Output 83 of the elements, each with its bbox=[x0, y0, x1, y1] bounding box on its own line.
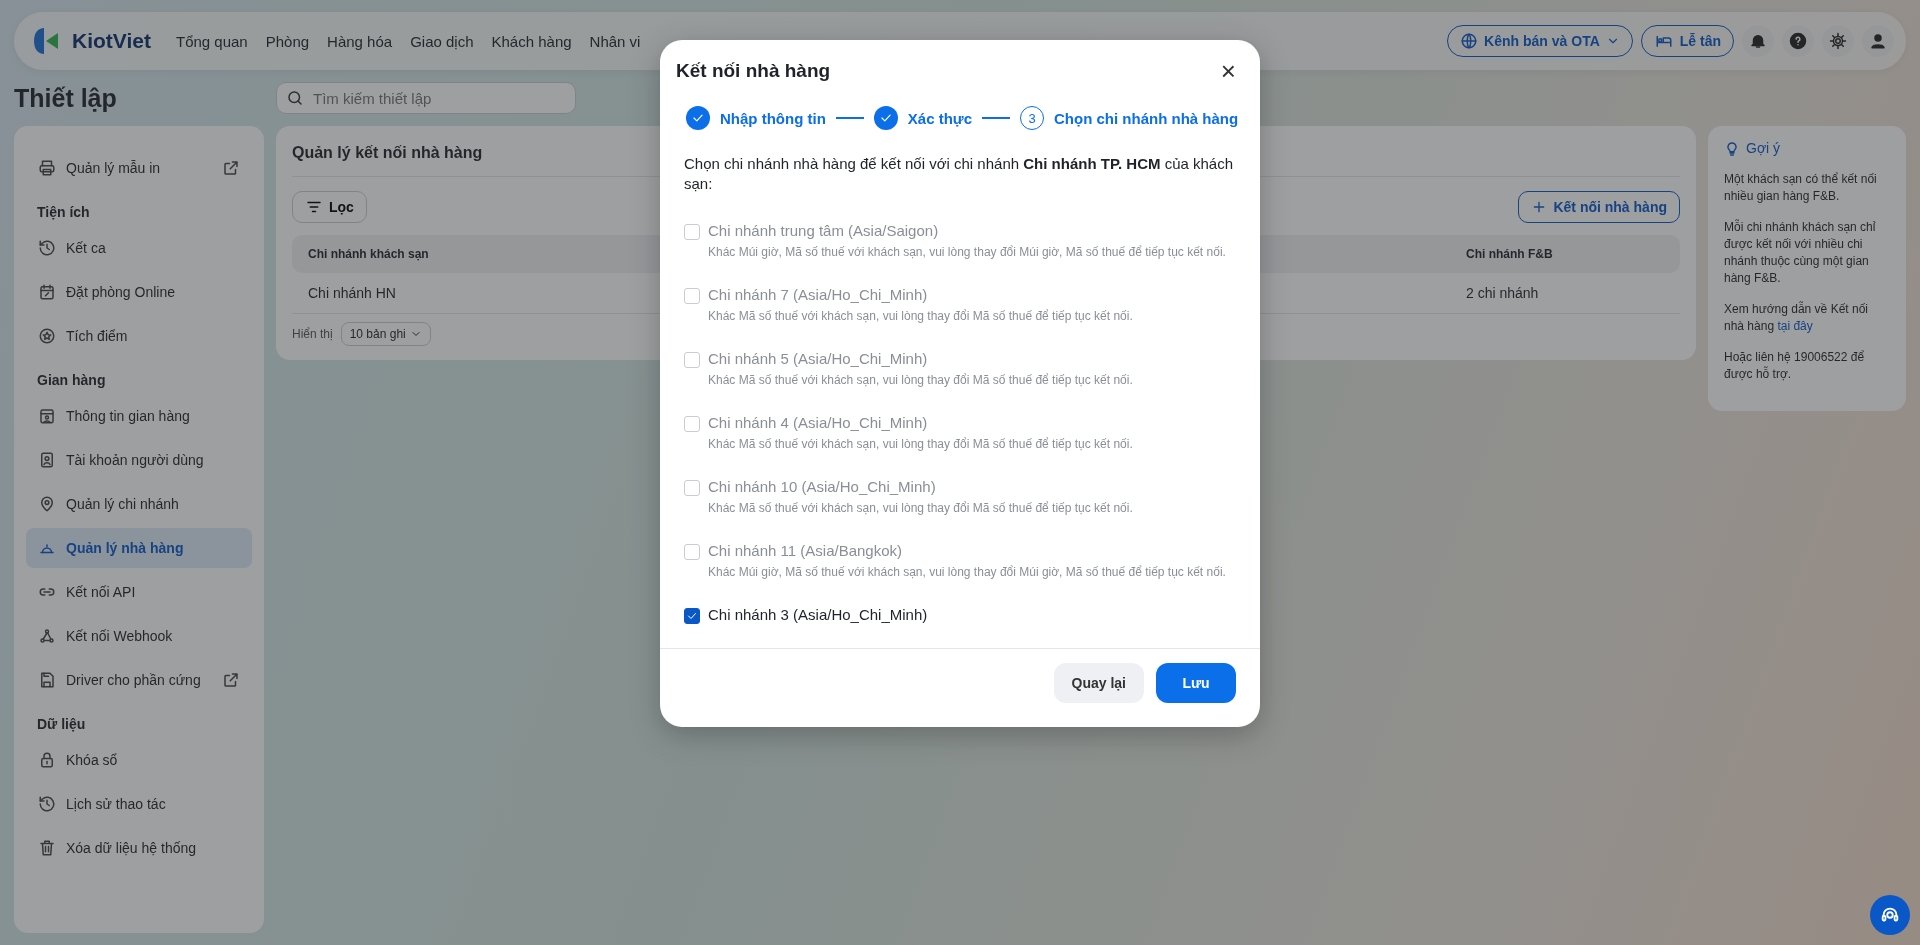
wizard-step: 3 Chọn chi nhánh nhà hàng bbox=[1020, 106, 1239, 130]
sidebar-item[interactable]: Lịch sử thao tác bbox=[26, 784, 252, 824]
column-header: Chi nhánh F&B bbox=[1465, 246, 1554, 263]
option-label: Chi nhánh trung tâm (Asia/Saigon) bbox=[708, 222, 940, 239]
notification-bell-button[interactable] bbox=[1742, 25, 1774, 57]
nav-menu-item[interactable]: Tổng quan bbox=[166, 24, 257, 58]
search-icon bbox=[286, 89, 304, 107]
history-icon bbox=[38, 795, 56, 813]
sidebar-item[interactable]: Tài khoản người dùng bbox=[26, 440, 252, 480]
webhook-icon bbox=[38, 627, 56, 645]
nav-menu-item[interactable]: Giao dịch bbox=[401, 24, 483, 58]
logo-text: KiotViet bbox=[72, 29, 151, 53]
sidebar-section-title: Tiện ích bbox=[36, 203, 91, 222]
option-label: Chi nhánh 3 (Asia/Ho_Chi_Minh) bbox=[708, 606, 928, 623]
hint-text: Hoặc liên hệ 19006522 để được hỗ trợ. bbox=[1724, 349, 1866, 383]
option-label: Chi nhánh 10 (Asia/Ho_Chi_Minh) bbox=[708, 478, 937, 495]
option-label: Chi nhánh 4 (Asia/Ho_Chi_Minh) bbox=[708, 414, 929, 431]
page-size-dropdown[interactable]: 10 bản ghi bbox=[340, 322, 431, 346]
sidebar-item[interactable]: Kết nối Webhook bbox=[26, 616, 252, 656]
table-cell-text: 2 chi nhánh bbox=[1465, 284, 1540, 303]
nav-menu-item[interactable]: Hàng hóa bbox=[318, 24, 402, 58]
checkbox[interactable] bbox=[684, 608, 700, 624]
option-note: Khác Múi giờ, Mã số thuế với khách sạn, vui lòng thay đổi Múi giờ, Mã số thuế để tiếp tục kết nối. bbox=[708, 565, 1226, 580]
filter-button[interactable]: Lọc bbox=[292, 191, 367, 223]
save-button[interactable]: Lưu bbox=[1156, 663, 1236, 703]
hint-text: Một khách sạn có thể kết nối nhiều gian hàng F&B. bbox=[1724, 171, 1878, 205]
trash-icon bbox=[38, 839, 56, 857]
guide-link[interactable]: tại đây bbox=[1777, 319, 1813, 333]
hint-title: Gợi ý bbox=[1746, 140, 1781, 157]
sidebar-item[interactable]: Driver cho phần cứng bbox=[26, 660, 252, 700]
option-note: Khác Mã số thuế với khách sạn, vui lòng thay đổi Mã số thuế để tiếp tục kết nối. bbox=[708, 437, 1133, 452]
sidebar-item[interactable]: Quản lý mẫu in bbox=[26, 148, 252, 188]
option-label: Chi nhánh 11 (Asia/Bangkok) bbox=[708, 542, 903, 559]
hint-text: Xem hướng dẫn về Kết nối nhà hàng tại đây bbox=[1724, 301, 1869, 335]
sidebar-item[interactable]: Kết ca bbox=[26, 228, 252, 268]
help-button[interactable] bbox=[1782, 25, 1814, 57]
store-icon bbox=[38, 407, 56, 425]
option-note: Khác Mã số thuế với khách sạn, vui lòng thay đổi Mã số thuế để tiếp tục kết nối. bbox=[708, 501, 1133, 516]
user-badge-icon bbox=[38, 451, 56, 469]
column-header: Chi nhánh khách sạn bbox=[307, 246, 430, 263]
option-note: Khác Mã số thuế với khách sạn, vui lòng thay đổi Mã số thuế để tiếp tục kết nối. bbox=[708, 309, 1133, 324]
sidebar-item[interactable]: Đặt phòng Online bbox=[26, 272, 252, 312]
check-icon bbox=[686, 610, 698, 622]
option-note: Khác Múi giờ, Mã số thuế với khách sạn, vui lòng thay đổi Múi giờ, Mã số thuế để tiếp tục kết nối. bbox=[708, 245, 1226, 260]
nav-menu-item[interactable]: Phòng bbox=[256, 24, 319, 58]
lock-icon bbox=[38, 751, 56, 769]
sidebar-item[interactable]: Khóa sổ bbox=[26, 740, 252, 780]
page-title: Thiết lập bbox=[14, 83, 118, 113]
wizard-step: Nhập thông tin bbox=[686, 106, 826, 130]
lightbulb-icon bbox=[1724, 140, 1740, 157]
nav-menu-item[interactable]: Khách hàng bbox=[482, 24, 581, 58]
settings-button[interactable] bbox=[1822, 25, 1854, 57]
option-note: Khác Mã số thuế với khách sạn, vui lòng thay đổi Mã số thuế để tiếp tục kết nối. bbox=[708, 373, 1133, 388]
help-icon bbox=[1789, 32, 1807, 50]
sidebar-item[interactable]: Xóa dữ liệu hệ thống bbox=[26, 828, 252, 868]
back-button[interactable]: Quay lại bbox=[1053, 663, 1144, 703]
wizard-step: Xác thực bbox=[873, 106, 973, 130]
sidebar-item[interactable]: Tích điểm bbox=[26, 316, 252, 356]
sidebar-item[interactable]: Quản lý chi nhánh bbox=[26, 484, 252, 524]
location-pin-icon bbox=[38, 495, 56, 513]
printer-icon bbox=[38, 159, 56, 177]
table-cell-text: Chi nhánh HN bbox=[307, 284, 397, 303]
notification-bell-icon bbox=[1749, 32, 1767, 50]
sidebar-item[interactable]: Quản lý nhà hàng bbox=[26, 528, 252, 568]
option-label: Chi nhánh 7 (Asia/Ho_Chi_Minh) bbox=[708, 286, 929, 303]
hint-text: Mỗi chi nhánh khách sạn chỉ được kết nối với nhiều chi nhánh thuộc cùng một gian hàng F&B. bbox=[1724, 219, 1877, 287]
dialog-title: Kết nối nhà hàng bbox=[676, 60, 831, 82]
nav-menu-item[interactable]: Nhân vi bbox=[580, 24, 650, 58]
sidebar-section-title: Gian hàng bbox=[36, 371, 107, 390]
globe-icon bbox=[1460, 32, 1479, 50]
support-chat-button[interactable] bbox=[1870, 895, 1910, 935]
sidebar-item[interactable]: Kết nối API bbox=[26, 572, 252, 612]
sidebar-section-title: Dữ liệu bbox=[36, 715, 87, 734]
search-field[interactable]: Tìm kiếm thiết lập bbox=[276, 82, 576, 114]
history-icon bbox=[38, 239, 56, 257]
user-avatar-button[interactable] bbox=[1862, 25, 1894, 57]
user-avatar-icon bbox=[1869, 32, 1887, 50]
page-size-label: Hiển thị bbox=[292, 327, 333, 341]
sidebar-item[interactable]: Thông tin gian hàng bbox=[26, 396, 252, 436]
add-connection-button[interactable]: Kết nối nhà hàng bbox=[1518, 191, 1680, 223]
close-button[interactable]: × bbox=[1212, 54, 1244, 88]
option-label: Chi nhánh 5 (Asia/Ho_Chi_Minh) bbox=[708, 350, 929, 367]
calendar-icon bbox=[38, 283, 56, 301]
